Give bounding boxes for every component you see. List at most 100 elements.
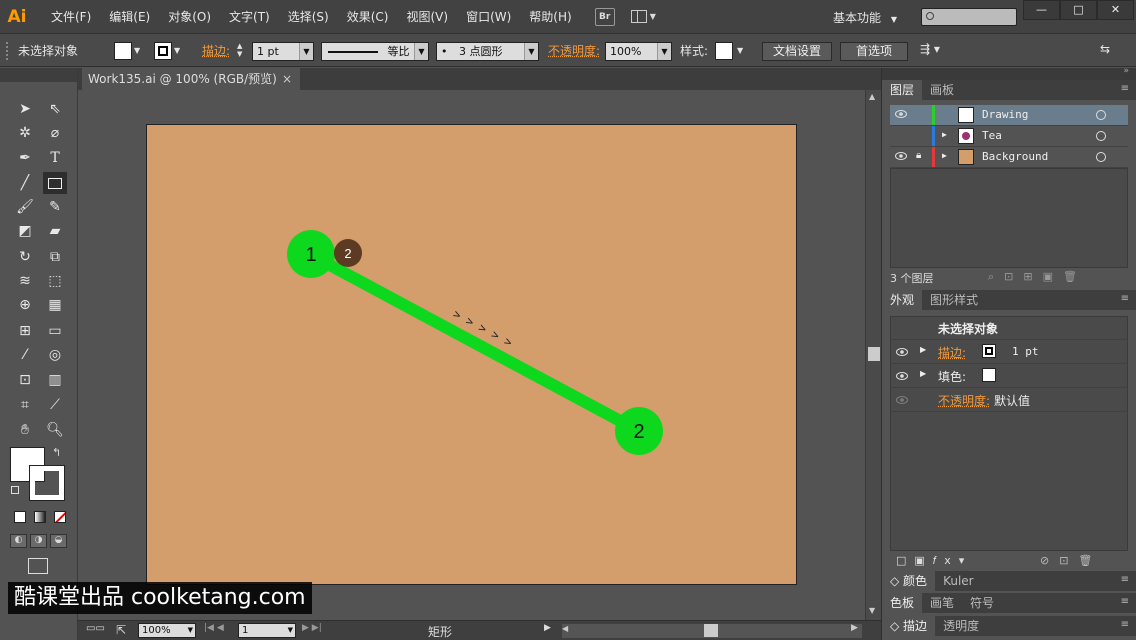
paintbrush-tool-icon[interactable]: 🖌︎: [13, 196, 37, 218]
vertical-scrollbar[interactable]: ▲ ▼: [865, 90, 881, 620]
visibility-eye-icon[interactable]: [896, 370, 908, 384]
scroll-right-icon[interactable]: ▶: [851, 623, 858, 633]
expand-icon[interactable]: ▶: [920, 345, 926, 354]
visibility-eye-icon[interactable]: [895, 109, 907, 121]
chevron-down-icon[interactable]: ▼: [737, 46, 743, 55]
tab-symbols[interactable]: 符号: [962, 593, 1002, 613]
chevron-down-icon[interactable]: ▼: [134, 46, 140, 55]
screen-mode-icon[interactable]: [28, 558, 48, 574]
type-tool-icon[interactable]: T: [43, 147, 67, 169]
selection-tool-icon[interactable]: ➤: [13, 98, 37, 120]
visibility-eye-icon[interactable]: [896, 346, 908, 360]
draw-inside-icon[interactable]: ◒: [50, 534, 67, 548]
brush-definition[interactable]: • 3 点圆形 ▼: [436, 42, 539, 61]
status-menu-icon[interactable]: ▶: [544, 623, 551, 633]
expand-icon[interactable]: ▶: [942, 151, 947, 160]
zoom-select[interactable]: 100% ▼: [138, 623, 196, 638]
stepper-icon[interactable]: ▲ ▼: [237, 42, 242, 58]
lasso-tool-icon[interactable]: ⌀: [43, 122, 67, 144]
arrange-icon[interactable]: ⇶ ▾: [920, 42, 940, 56]
target-icon[interactable]: [1096, 131, 1106, 141]
panel-menu-icon[interactable]: ⇆: [1100, 42, 1110, 56]
none-mode-icon[interactable]: [54, 511, 66, 523]
eyedropper-tool-icon[interactable]: ⁄: [13, 344, 37, 366]
draw-behind-icon[interactable]: ◑: [30, 534, 47, 548]
blend-tool-icon[interactable]: ◎: [43, 344, 67, 366]
tab-artboards[interactable]: 画板: [922, 80, 962, 100]
eraser-tool-icon[interactable]: ▰: [43, 220, 67, 242]
free-transform-tool-icon[interactable]: ⬚: [43, 270, 67, 292]
tab-appearance[interactable]: 外观: [882, 290, 923, 310]
arrange-documents-button[interactable]: ▼: [630, 10, 656, 23]
slice-tool-icon[interactable]: ⟋: [43, 394, 67, 416]
tab-brushes[interactable]: 画笔: [922, 593, 962, 613]
layer-row-tea[interactable]: ▶ Tea: [890, 126, 1128, 147]
document-tab[interactable]: Work135.ai @ 100% (RGB/预览) ×: [82, 68, 300, 90]
tab-swatches[interactable]: 色板: [882, 593, 923, 613]
workspace-switcher[interactable]: 基本功能 ▼: [833, 9, 897, 26]
scale-tool-icon[interactable]: ⧉: [43, 246, 67, 268]
scroll-up-icon[interactable]: ▲: [869, 92, 875, 101]
symbol-sprayer-tool-icon[interactable]: ⊡: [13, 369, 37, 391]
expand-icon[interactable]: ▶: [942, 130, 947, 139]
tab-kuler[interactable]: Kuler: [935, 571, 982, 591]
layer-row-drawing[interactable]: Drawing: [890, 105, 1128, 126]
tab-color[interactable]: ◇ 颜色: [882, 571, 936, 591]
panel-menu-icon[interactable]: ≡: [1121, 83, 1129, 94]
chevron-down-icon[interactable]: ▼: [174, 46, 180, 55]
layer-name[interactable]: Background: [982, 150, 1048, 163]
horizontal-scrollbar[interactable]: ◀: [562, 624, 862, 638]
menu-help[interactable]: 帮助(H): [520, 0, 580, 34]
rotate-tool-icon[interactable]: ↻: [13, 246, 37, 268]
appearance-stroke-row[interactable]: ▶ 描边: 1 pt: [890, 340, 1128, 364]
scroll-down-icon[interactable]: ▼: [869, 606, 875, 615]
menu-select[interactable]: 选择(S): [279, 0, 338, 34]
appearance-fill-label[interactable]: 填色:: [938, 368, 966, 385]
fill-swatch[interactable]: [114, 42, 132, 60]
menu-file[interactable]: 文件(F): [42, 0, 100, 34]
menu-object[interactable]: 对象(O): [159, 0, 220, 34]
first-page-icon[interactable]: |◀ ◀: [204, 623, 224, 633]
appearance-opacity-label[interactable]: 不透明度:: [938, 392, 990, 409]
appearance-footer-icons[interactable]: □▣𝑓x▾: [896, 554, 972, 568]
stroke-weight-field[interactable]: 1 pt ▼: [252, 42, 314, 61]
next-page-icon[interactable]: ▶ ▶|: [302, 623, 322, 633]
visibility-eye-icon[interactable]: [896, 394, 908, 408]
layer-name[interactable]: Drawing: [982, 108, 1028, 121]
width-tool-icon[interactable]: ≋: [13, 270, 37, 292]
magic-wand-tool-icon[interactable]: ✲: [13, 122, 37, 144]
target-icon[interactable]: [1096, 110, 1106, 120]
layer-name[interactable]: Tea: [982, 129, 1002, 142]
artboard-tool-icon[interactable]: ⌗: [13, 394, 37, 416]
appearance-opacity-row[interactable]: 不透明度: 默认值: [890, 388, 1128, 412]
close-icon[interactable]: ×: [282, 68, 292, 90]
opacity-field[interactable]: 100% ▼: [605, 42, 672, 61]
menu-effect[interactable]: 效果(C): [338, 0, 398, 34]
tab-layers[interactable]: 图层: [882, 80, 923, 100]
maximize-button[interactable]: □: [1060, 0, 1097, 20]
mesh-tool-icon[interactable]: ⊞: [13, 320, 37, 342]
menu-type[interactable]: 文字(T): [220, 0, 279, 34]
artboard[interactable]: > > > > > 1 2 2: [146, 124, 797, 585]
export-icon[interactable]: ⇱: [116, 623, 126, 637]
tab-graphic-styles[interactable]: 图形样式: [922, 290, 986, 310]
layers-footer-icons[interactable]: ⌕⊡⊞▣🗑︎: [988, 270, 1087, 284]
h-scroll-thumb[interactable]: [704, 624, 718, 637]
opacity-label[interactable]: 不透明度:: [548, 42, 600, 59]
direct-selection-tool-icon[interactable]: ⇖: [43, 98, 67, 120]
document-setup-button[interactable]: 文档设置: [762, 42, 832, 61]
appearance-footer-icons-right[interactable]: ⊘⊡🗑︎: [1040, 554, 1102, 567]
preferences-button[interactable]: 首选项: [840, 42, 908, 61]
perspective-grid-tool-icon[interactable]: ▦: [43, 294, 67, 316]
appearance-fill-row[interactable]: ▶ 填色:: [890, 364, 1128, 388]
lock-icon[interactable]: 🔒︎: [916, 150, 921, 161]
bridge-button[interactable]: Br: [594, 7, 615, 26]
appearance-stroke-label[interactable]: 描边:: [938, 344, 966, 361]
stroke-label[interactable]: 描边:: [202, 42, 230, 59]
gradient-tool-icon[interactable]: ▭: [43, 320, 67, 342]
stroke-color-box[interactable]: [29, 465, 65, 501]
variable-width-profile[interactable]: 等比 ▼: [321, 42, 429, 61]
zoom-tool-icon[interactable]: 🔍︎: [43, 419, 67, 441]
collapse-icon[interactable]: »: [1123, 66, 1129, 76]
fill-swatch[interactable]: [982, 368, 996, 382]
